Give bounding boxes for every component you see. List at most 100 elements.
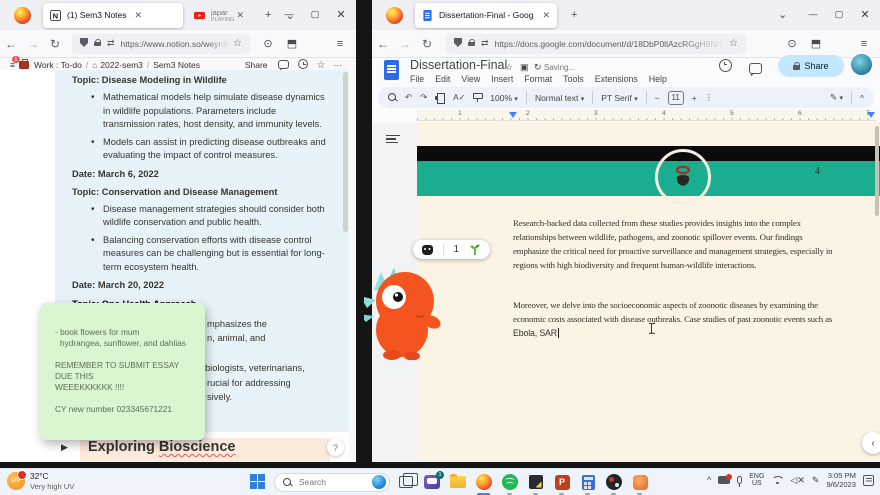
bookmark-star-icon[interactable]: ☆ bbox=[729, 38, 738, 49]
right-indent-marker[interactable] bbox=[867, 112, 875, 118]
obs-taskbar-button[interactable] bbox=[604, 472, 624, 495]
breadcrumb-workspace[interactable]: Work : To-do bbox=[34, 60, 82, 70]
address-bar[interactable]: ⇄ https://docs.google.com/document/d/18D… bbox=[446, 33, 746, 54]
wifi-icon[interactable] bbox=[771, 476, 783, 485]
font-size-increase[interactable]: + bbox=[692, 93, 697, 103]
start-button[interactable] bbox=[248, 472, 268, 492]
body-text-line[interactable]: relationships between wildlife, pathogen… bbox=[513, 232, 803, 242]
teams-chat-button[interactable] bbox=[422, 471, 444, 492]
reload-icon[interactable]: ↻ bbox=[416, 37, 438, 51]
menu-file[interactable]: File bbox=[410, 74, 424, 84]
document-page[interactable]: 4 Research-backed data collected from th… bbox=[417, 122, 880, 462]
menu-format[interactable]: Format bbox=[524, 74, 552, 84]
pen-touch-icon[interactable]: ✎ bbox=[812, 475, 820, 486]
share-button[interactable]: Share bbox=[245, 60, 268, 70]
tab-close-icon[interactable]: ✕ bbox=[236, 10, 244, 21]
ruler[interactable]: 1 2 3 4 5 6 7 bbox=[417, 110, 876, 121]
bullet-item[interactable]: Disease management strategies should con… bbox=[90, 203, 341, 230]
move-to-folder-icon[interactable]: ▣ bbox=[520, 62, 529, 73]
tracking-protection-shield-icon[interactable] bbox=[454, 38, 462, 49]
date-line[interactable]: Date: March 20, 2022 bbox=[72, 279, 341, 292]
pet-widget-counter[interactable]: 1 bbox=[413, 240, 490, 259]
date-line[interactable]: Date: March 6, 2022 bbox=[72, 168, 341, 181]
sticky-notes-taskbar-button[interactable] bbox=[526, 472, 546, 495]
toggle-heading-title[interactable]: Exploring Bioscience bbox=[88, 439, 235, 455]
powerpoint-taskbar-button[interactable]: P bbox=[552, 472, 572, 495]
notion-help-button[interactable]: ? bbox=[327, 439, 344, 456]
search-input[interactable] bbox=[297, 476, 369, 488]
comments-icon[interactable] bbox=[749, 61, 762, 79]
hide-menus-icon[interactable]: ^ bbox=[860, 93, 864, 103]
document-title[interactable]: Dissertation-Final bbox=[410, 58, 507, 72]
undo-icon[interactable]: ↶ bbox=[405, 92, 412, 103]
document-outline-icon[interactable] bbox=[386, 133, 400, 144]
print-icon[interactable] bbox=[435, 93, 446, 104]
bullet-item[interactable]: Models can assist in predicting disease … bbox=[90, 136, 341, 163]
topic-heading[interactable]: Topic: Disease Modeling in Wildlife bbox=[72, 74, 341, 87]
sticky-note[interactable]: - book flowers for mum hydrangea, sunflo… bbox=[40, 303, 205, 440]
body-text-line[interactable]: emphasize the critical need for proactiv… bbox=[513, 246, 833, 256]
microphone-icon[interactable] bbox=[737, 476, 743, 487]
notion-sidebar-toggle-icon[interactable]: ≡ 1 bbox=[10, 56, 20, 70]
close-button[interactable]: ✕ bbox=[328, 8, 354, 21]
comments-icon[interactable] bbox=[277, 59, 289, 71]
maximize-button[interactable]: ▢ bbox=[826, 9, 852, 20]
address-bar[interactable]: ⇄ https://www.notion.so/weyrdworks ☆ bbox=[72, 33, 250, 54]
tab-close-icon[interactable]: ✕ bbox=[135, 10, 143, 21]
pet-mascot-dino[interactable] bbox=[364, 264, 446, 360]
menu-edit[interactable]: Edit bbox=[435, 74, 450, 84]
minimize-button[interactable]: — bbox=[800, 9, 826, 19]
google-docs-icon[interactable] bbox=[384, 60, 399, 80]
body-text-line[interactable]: economic costs associated with disease o… bbox=[513, 314, 832, 324]
favorite-star-icon[interactable]: ☆ bbox=[317, 60, 326, 71]
font-size-value[interactable]: 11 bbox=[667, 90, 684, 105]
body-text-line[interactable]: regions with high biodiversity and frequ… bbox=[513, 260, 756, 270]
bullet-item[interactable]: Mathematical models help simulate diseas… bbox=[90, 91, 341, 132]
back-icon[interactable]: ← bbox=[372, 37, 394, 51]
font-select[interactable]: PT Serif ▾ bbox=[601, 93, 637, 103]
reader-toggle-icon[interactable]: ⇄ bbox=[481, 38, 489, 49]
menu-view[interactable]: View bbox=[461, 74, 480, 84]
taskbar-clock[interactable]: 3:05 PM 9/6/2023 bbox=[826, 471, 856, 489]
menu-extensions[interactable]: Extensions bbox=[595, 74, 638, 84]
close-button[interactable]: ✕ bbox=[852, 8, 878, 21]
extensions-icon[interactable]: ⬒ bbox=[804, 37, 828, 50]
pocket-icon[interactable]: ⊙ bbox=[256, 37, 280, 50]
firefox-taskbar-button[interactable] bbox=[474, 472, 494, 495]
bing-icon[interactable] bbox=[372, 475, 386, 489]
back-icon[interactable]: ← bbox=[0, 37, 22, 51]
tab-dissertation[interactable]: Dissertation-Final - Google Do ✕ bbox=[415, 2, 557, 28]
reader-toggle-icon[interactable]: ⇄ bbox=[107, 38, 115, 49]
account-avatar[interactable] bbox=[851, 54, 872, 75]
taskbar-weather-widget[interactable]: UV 32°C Very high UV bbox=[7, 470, 74, 491]
tracking-protection-shield-icon[interactable] bbox=[80, 38, 88, 49]
menu-tools[interactable]: Tools bbox=[563, 74, 584, 84]
bookmark-star-icon[interactable]: ☆ bbox=[233, 38, 242, 49]
breadcrumb-parent[interactable]: 2022-sem3 bbox=[100, 60, 143, 70]
body-text-line[interactable]: Moreover, we delve into the socioeconomi… bbox=[513, 300, 818, 310]
pocket-icon[interactable]: ⊙ bbox=[780, 37, 804, 50]
app-menu-icon[interactable]: ≡ bbox=[852, 38, 876, 50]
menu-insert[interactable]: Insert bbox=[491, 74, 513, 84]
search-menus-icon[interactable] bbox=[388, 93, 397, 102]
firefox-logo-icon[interactable] bbox=[14, 6, 31, 24]
paint-format-icon[interactable] bbox=[473, 93, 484, 102]
tab-sem3-notes[interactable]: N (1) Sem3 Notes ✕ bbox=[43, 2, 183, 28]
share-button[interactable]: Share bbox=[778, 55, 844, 77]
spotify-taskbar-button[interactable] bbox=[500, 472, 520, 495]
new-tab-button[interactable]: + bbox=[571, 9, 577, 21]
url-text[interactable]: https://www.notion.so/weyrdworks bbox=[121, 39, 229, 49]
body-text-line[interactable]: Research-backed data collected from thes… bbox=[513, 218, 801, 228]
tab-list-dropdown-icon[interactable]: ⌄ bbox=[778, 8, 787, 21]
hidden-icons-chevron[interactable]: ^ bbox=[707, 475, 711, 485]
reload-icon[interactable]: ↻ bbox=[44, 37, 66, 51]
zoom-select[interactable]: 100% ▾ bbox=[490, 93, 518, 103]
task-view-button[interactable] bbox=[396, 472, 418, 492]
volume-muted-icon[interactable]: ◁✕ bbox=[790, 475, 804, 486]
docs-scrollbar[interactable] bbox=[875, 126, 879, 216]
version-history-icon[interactable] bbox=[719, 59, 732, 77]
app-menu-icon[interactable]: ≡ bbox=[328, 38, 352, 50]
body-text-line[interactable]: Ebola, SAR bbox=[513, 328, 559, 338]
tab-youtube[interactable]: japanese indie r PLAYING ✕ bbox=[187, 3, 251, 28]
toggle-arrow-icon[interactable]: ▶ bbox=[61, 442, 68, 453]
